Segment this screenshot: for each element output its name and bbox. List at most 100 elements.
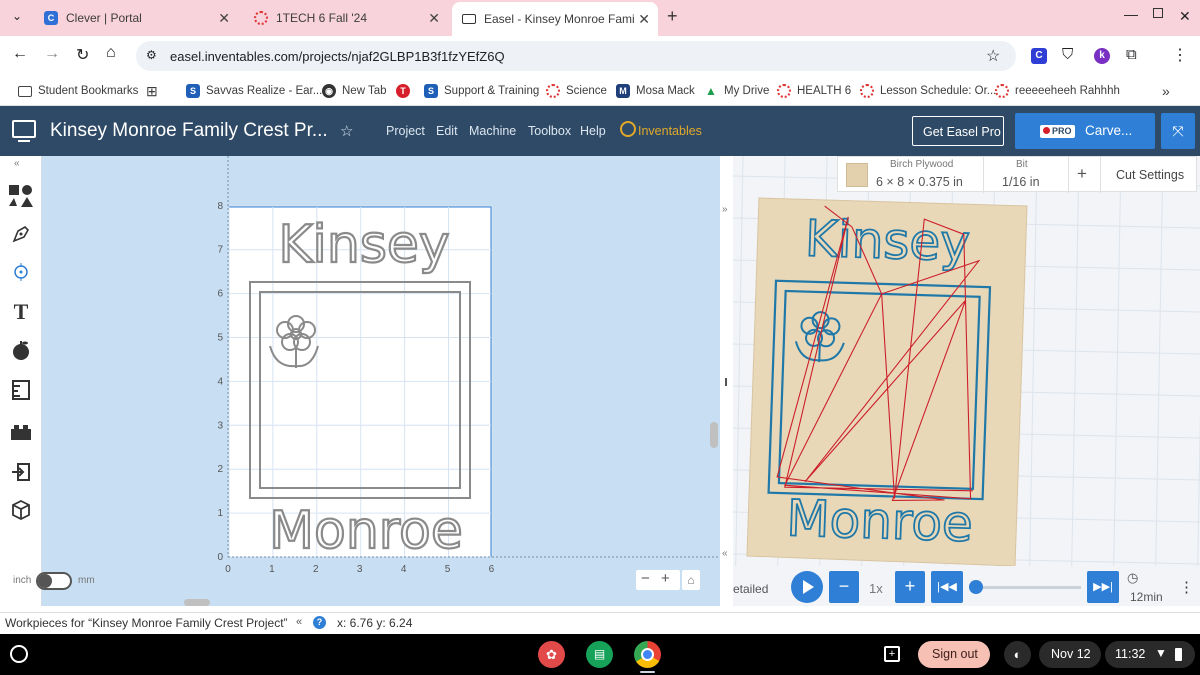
site-info-icon[interactable]: ⚙: [146, 48, 157, 62]
get-easel-pro-button[interactable]: Get Easel Pro: [912, 116, 1004, 146]
workpieces-label[interactable]: Workpieces for “Kinsey Monroe Family Cre…: [5, 616, 288, 630]
tab-clever[interactable]: C Clever | Portal ✕: [34, 4, 238, 32]
design-canvas[interactable]: 0123456 012345678 Kinsey Monroe inch mm …: [13, 156, 728, 606]
chrome-app-icon[interactable]: [634, 641, 661, 668]
bookmark-my-drive[interactable]: ▲ My Drive: [704, 81, 769, 101]
system-tray[interactable]: 11:32 ▼: [1105, 641, 1195, 668]
ruler-tool[interactable]: [0, 370, 42, 410]
classroom-app-icon[interactable]: ▤: [586, 641, 613, 668]
text-tool[interactable]: T: [0, 292, 42, 332]
date-pill[interactable]: Nov 12: [1039, 641, 1101, 668]
restore-icon[interactable]: [1153, 8, 1163, 18]
carve-preview-panel[interactable]: Kinsey Monroe Birch Plywood 6 × 8 × 0.37…: [733, 156, 1200, 606]
reload-icon[interactable]: ↻: [76, 45, 89, 65]
skip-end-button[interactable]: ▶▶|: [1087, 571, 1119, 603]
screenshot-tray-icon[interactable]: +: [884, 646, 900, 662]
k-extension-icon[interactable]: k: [1094, 48, 1110, 64]
help-icon[interactable]: ?: [313, 616, 326, 629]
sign-out-button[interactable]: Sign out: [918, 641, 990, 668]
menu-machine[interactable]: Machine: [469, 124, 516, 138]
bookmark-mosa-mack[interactable]: M Mosa Mack: [616, 81, 695, 101]
shield-extension-icon[interactable]: ⛉: [1062, 46, 1073, 63]
rewind-button[interactable]: |◀◀: [931, 571, 963, 603]
panel-resize-handle[interactable]: [725, 378, 727, 386]
bookmark-new-tab[interactable]: ◉ New Tab: [322, 81, 387, 101]
3d-tool[interactable]: [0, 490, 42, 530]
horizontal-scrollbar[interactable]: [184, 599, 210, 606]
cut-settings-button[interactable]: Cut Settings: [1116, 168, 1184, 182]
vertical-scrollbar[interactable]: [710, 422, 718, 448]
menu-edit[interactable]: Edit: [436, 124, 458, 138]
material-settings[interactable]: Birch Plywood 6 × 8 × 0.375 in Bit 1/16 …: [837, 156, 1197, 193]
easel-logo-icon[interactable]: [12, 120, 36, 138]
tab-search-chevron-icon[interactable]: ⌄: [8, 9, 26, 27]
menu-inventables[interactable]: Inventables: [638, 124, 702, 138]
divider: [1100, 157, 1101, 193]
bit-value[interactable]: 1/16 in: [1002, 175, 1040, 189]
menu-toolbox[interactable]: Toolbox: [528, 124, 571, 138]
bookmark-reeeeeheeh[interactable]: reeeeeheeh Rahhhh: [995, 81, 1120, 101]
import-tool[interactable]: [0, 452, 42, 492]
zoom-in-button[interactable]: +: [661, 570, 670, 587]
add-bit-button[interactable]: +: [1077, 164, 1087, 184]
progress-knob[interactable]: [969, 580, 983, 594]
launcher-icon[interactable]: [10, 645, 28, 663]
carve-button[interactable]: PRO Carve...: [1015, 113, 1155, 149]
design-text-bottom[interactable]: Monroe: [268, 500, 464, 562]
back-icon[interactable]: ←: [12, 45, 28, 63]
extensions-puzzle-icon[interactable]: ⧉: [1126, 46, 1137, 63]
minimize-icon[interactable]: —: [1124, 6, 1138, 22]
design-grid-svg[interactable]: 0 1 2 3 4 5 6 0 1 2 3 4 5 6 7 8 Kinsey Monroe: [42, 156, 720, 606]
slower-button[interactable]: −: [829, 571, 859, 603]
workpieces-toggle-chevron-icon[interactable]: «: [296, 616, 302, 628]
zoom-out-button[interactable]: −: [641, 570, 650, 587]
close-icon[interactable]: ✕: [638, 11, 650, 28]
unit-toggle[interactable]: [36, 572, 72, 590]
apps-grid-icon[interactable]: ⊞: [146, 81, 158, 101]
bookmark-support-training[interactable]: S Support & Training: [424, 81, 539, 101]
menu-help[interactable]: Help: [580, 124, 606, 138]
pen-tool[interactable]: [0, 214, 42, 254]
url-text[interactable]: easel.inventables.com/projects/njaf2GLBP…: [170, 49, 505, 64]
menu-project[interactable]: Project: [386, 124, 425, 138]
detail-mode-label[interactable]: etailed: [733, 582, 768, 596]
apps-tool[interactable]: [0, 330, 42, 370]
bookmark-savvas[interactable]: S Savvas Realize - Ear...: [186, 81, 322, 101]
panel-expand-chevron-icon[interactable]: «: [722, 548, 728, 559]
new-tab-button[interactable]: +: [667, 6, 678, 27]
home-view-button[interactable]: ⌂: [682, 570, 700, 590]
more-options-icon[interactable]: ⋮: [1179, 578, 1194, 596]
close-icon[interactable]: ✕: [218, 10, 230, 27]
favorite-star-icon[interactable]: ☆: [340, 122, 353, 140]
bookmark-science[interactable]: Science: [546, 81, 607, 101]
more-menu-icon[interactable]: ⋮: [1172, 45, 1188, 65]
shapes-tool[interactable]: [0, 176, 42, 216]
bookmark-student-bookmarks[interactable]: Student Bookmarks: [18, 81, 138, 101]
faster-button[interactable]: +: [895, 571, 925, 603]
design-text-top[interactable]: Kinsey: [277, 214, 451, 276]
play-button[interactable]: [791, 571, 823, 603]
close-icon[interactable]: ✕: [428, 10, 440, 27]
clever-extension-icon[interactable]: C: [1031, 48, 1047, 64]
address-bar[interactable]: ⚙ easel.inventables.com/projects/njaf2GL…: [136, 41, 1016, 71]
progress-track[interactable]: [973, 586, 1081, 589]
collapse-chevron-icon[interactable]: «: [14, 158, 20, 169]
home-icon[interactable]: ⌂: [106, 44, 116, 62]
tab-1tech[interactable]: 1TECH 6 Fall '24 ✕: [244, 4, 448, 32]
close-window-icon[interactable]: ✕: [1179, 8, 1191, 25]
bookmark-health[interactable]: HEALTH 6: [777, 81, 851, 101]
tab-easel[interactable]: Easel - Kinsey Monroe Family C ✕: [452, 2, 658, 36]
target-tool[interactable]: [0, 252, 42, 292]
fullscreen-button[interactable]: ⤧: [1161, 113, 1195, 149]
panel-collapse-chevron-icon[interactable]: »: [722, 204, 728, 215]
status-area-icon[interactable]: ◐: [1004, 641, 1031, 668]
bookmark-star-icon[interactable]: ☆: [986, 46, 1000, 66]
forward-icon[interactable]: →: [44, 45, 60, 63]
bookmark-lesson-schedule[interactable]: Lesson Schedule: Or...: [860, 81, 996, 101]
project-title[interactable]: Kinsey Monroe Family Crest Pr...: [50, 120, 328, 142]
paint-app-icon[interactable]: ✿: [538, 641, 565, 668]
parts-tool[interactable]: [0, 412, 42, 452]
bookmark-support[interactable]: T: [396, 81, 416, 101]
more-bookmarks-chevron-icon[interactable]: »: [1162, 81, 1170, 101]
tab-strip: ⌄ C Clever | Portal ✕ 1TECH 6 Fall '24 ✕…: [0, 0, 1200, 36]
